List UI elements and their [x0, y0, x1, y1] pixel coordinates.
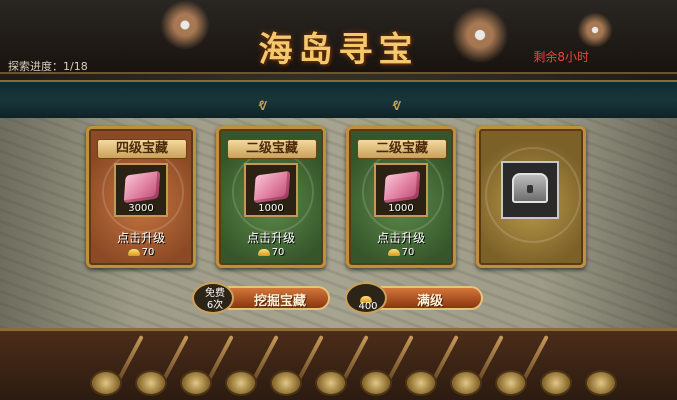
shield-decoration [450, 370, 482, 396]
treasure-card-2[interactable]: 二级宝藏 1000 点击升级 70 [216, 126, 326, 268]
item-slot: 1000 [374, 163, 428, 217]
upgrade-cost: 70 [349, 247, 453, 258]
ingot-icon [387, 248, 400, 256]
free-count-badge: 免费 6次 [192, 282, 234, 314]
ingot-icon [127, 248, 140, 256]
upgrade-button[interactable]: 点击升级 [89, 229, 193, 246]
shield-decoration [540, 370, 572, 396]
shield-decoration [180, 370, 212, 396]
shield-decoration [585, 370, 617, 396]
hook-icon: ⱴ [258, 95, 268, 114]
dig-treasure-label: 挖掘宝藏 [254, 294, 307, 309]
item-amount: 1000 [388, 203, 414, 214]
time-remaining: 剩余8小时 [533, 50, 589, 64]
shield-decoration [270, 370, 302, 396]
max-level-label: 满级 [417, 294, 444, 309]
treasure-tier: 二级宝藏 [357, 139, 447, 159]
explore-progress: 探索进度：1/18 [8, 60, 88, 73]
chest-icon [512, 173, 548, 203]
item-amount: 1000 [258, 203, 284, 214]
free-times: 6次 [206, 300, 224, 311]
hook-icon: ⱴ [392, 95, 402, 114]
silk-icon [383, 170, 421, 204]
treasure-tier: 四级宝藏 [97, 139, 187, 159]
silk-icon [253, 170, 291, 204]
upgrade-cost: 70 [89, 247, 193, 258]
treasure-card-3[interactable]: 二级宝藏 1000 点击升级 70 [346, 126, 456, 268]
upgrade-cost: 70 [219, 247, 323, 258]
shield-decoration [225, 370, 257, 396]
treasure-card-1[interactable]: 四级宝藏 3000 点击升级 70 [86, 126, 196, 268]
upgrade-button[interactable]: 点击升级 [349, 229, 453, 246]
shield-decoration [360, 370, 392, 396]
ingot-cost-badge: 400 [345, 282, 387, 314]
item-amount: 3000 [128, 203, 154, 214]
upgrade-button[interactable]: 点击升级 [219, 229, 323, 246]
free-label: 免费 [205, 288, 225, 299]
cost-value: 70 [141, 247, 155, 258]
ingot-icon [257, 248, 270, 256]
treasure-card-4[interactable] [476, 126, 586, 268]
item-slot: 1000 [244, 163, 298, 217]
shield-decoration [495, 370, 527, 396]
dig-treasure-group: 免费 6次 挖掘宝藏 [192, 282, 332, 314]
max-level-cost: 400 [358, 301, 378, 312]
shield-decoration [90, 370, 122, 396]
shield-decoration [135, 370, 167, 396]
decor-strip [0, 80, 677, 120]
cost-value: 70 [271, 247, 285, 258]
silk-icon [123, 170, 161, 204]
chest-slot [501, 161, 559, 219]
treasure-hunt-screen: 海岛寻宝 探索进度：1/18 剩余8小时 ⱴ ⱴ 四级宝藏 3000 点击升级 … [0, 0, 677, 400]
shield-decoration [315, 370, 347, 396]
max-level-group: 400 满级 [345, 282, 485, 314]
title-banner: 海岛寻宝 探索进度：1/18 剩余8小时 [0, 0, 677, 75]
shield-decoration [405, 370, 437, 396]
treasure-tier: 二级宝藏 [227, 139, 317, 159]
item-slot: 3000 [114, 163, 168, 217]
cost-value: 70 [401, 247, 415, 258]
